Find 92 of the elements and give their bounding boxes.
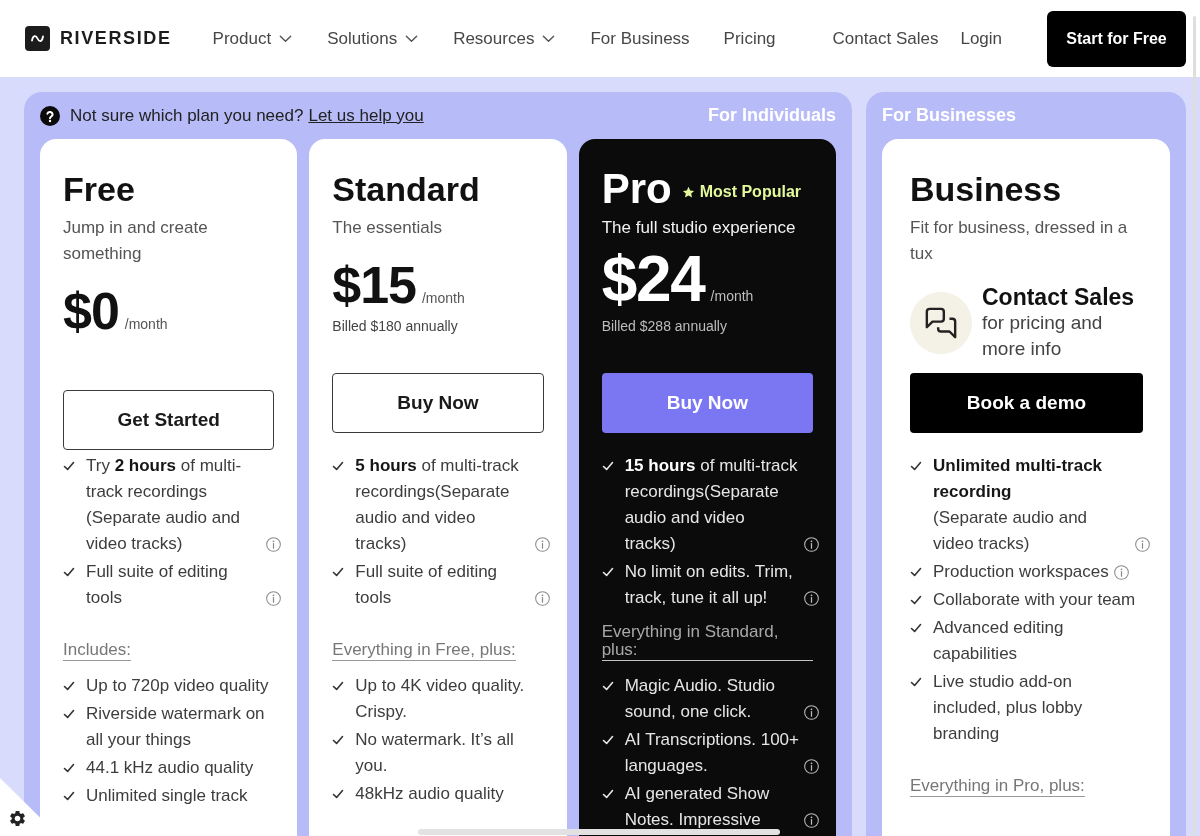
check-icon bbox=[601, 734, 614, 746]
brand-name: RIVERSIDE bbox=[60, 27, 172, 50]
star-icon bbox=[681, 185, 695, 199]
feature-text: Production workspaces bbox=[933, 561, 1109, 583]
plan-name: Business bbox=[910, 169, 1062, 209]
check-icon bbox=[601, 566, 614, 578]
feature-text: 48kHz audio quality bbox=[355, 783, 504, 805]
feature-text: No limit on edits. Trim, track, tune it all up! bbox=[624, 561, 794, 609]
section-heading: Everything in Pro, plus: bbox=[910, 777, 1085, 797]
popular-label: Most Popular bbox=[699, 182, 801, 202]
feature-text: Magic Audio. Studio sound, one click. bbox=[624, 675, 776, 723]
check-icon bbox=[332, 680, 345, 692]
contact-title: Contact Sales bbox=[982, 284, 1136, 310]
feature-text: 44.1 kHz audio quality bbox=[86, 757, 254, 779]
check-icon bbox=[332, 460, 345, 472]
plan-name: Free bbox=[63, 169, 135, 209]
help-link[interactable]: Let us help you bbox=[308, 105, 424, 125]
check-icon bbox=[910, 622, 922, 634]
group-label: For Individuals bbox=[708, 104, 836, 127]
info-icon[interactable] bbox=[804, 591, 820, 606]
section-heading: Everything in Free, plus: bbox=[332, 641, 516, 661]
feature-text: No watermark. It’s all you. bbox=[355, 729, 515, 777]
settings-icon bbox=[8, 809, 27, 828]
feature-text: Up to 720p video quality bbox=[86, 675, 269, 697]
plan-button[interactable]: Get Started bbox=[63, 390, 275, 450]
check-icon bbox=[63, 680, 75, 692]
check-icon bbox=[332, 566, 345, 578]
plan-button[interactable]: Book a demo bbox=[910, 373, 1143, 433]
help-icon bbox=[40, 105, 60, 126]
section-heading: Everything in Standard, plus: bbox=[601, 623, 813, 661]
plan-name: Standard bbox=[332, 169, 480, 209]
info-icon[interactable] bbox=[804, 759, 820, 774]
feature-text: Unlimited multi-track recording (Separate audio and video tracks) bbox=[933, 455, 1104, 555]
nav-link[interactable]: Contact Sales bbox=[832, 25, 939, 52]
feature-text: 15 hours of multi-track recordings(Separate audio and video tracks) bbox=[624, 455, 799, 555]
feature-text: Try 2 hours of multi-track recordings (Separate audio and video tracks) bbox=[86, 455, 243, 555]
nav-menu-item[interactable]: Product bbox=[212, 25, 294, 52]
check-icon bbox=[63, 460, 75, 472]
start-free-button[interactable]: Start for Free bbox=[1047, 10, 1186, 67]
info-icon[interactable] bbox=[804, 537, 820, 552]
logo-icon bbox=[25, 26, 50, 51]
plan-tagline: The full studio experience bbox=[601, 217, 797, 239]
check-icon bbox=[910, 594, 922, 606]
nav-menu-item[interactable]: Solutions bbox=[327, 25, 420, 52]
feature-text: Full suite of editing tools bbox=[355, 561, 499, 609]
price-amount: $15 bbox=[332, 259, 416, 311]
feature-text: Live studio add-on included, plus lobby branding bbox=[933, 671, 1084, 745]
plan-name: Pro bbox=[601, 169, 672, 209]
check-icon bbox=[601, 460, 614, 472]
check-icon bbox=[332, 734, 345, 746]
price-period: /month bbox=[710, 287, 754, 306]
check-icon bbox=[601, 680, 614, 692]
feature-text: 5 hours of multi-track recordings(Separate audio and video tracks) bbox=[355, 455, 520, 555]
check-icon bbox=[63, 566, 75, 578]
info-icon[interactable] bbox=[804, 813, 820, 828]
feature-text: Riverside watermark on all your things bbox=[86, 703, 266, 751]
billing-note: Billed $288 annually bbox=[601, 317, 728, 335]
plan-tagline: Jump in and create something bbox=[63, 217, 209, 265]
check-icon bbox=[910, 676, 922, 688]
price-amount: $24 bbox=[601, 247, 705, 311]
contact-text: for pricing and more info bbox=[982, 311, 1104, 361]
price-period: /month bbox=[124, 315, 168, 334]
group-label: For Businesses bbox=[882, 104, 1017, 127]
plan-button[interactable]: Buy Now bbox=[601, 373, 813, 433]
nav-menu-item[interactable]: Pricing bbox=[723, 25, 776, 52]
plan-tagline: Fit for business, dressed in a tux bbox=[910, 217, 1129, 265]
section-heading: Includes: bbox=[63, 641, 132, 661]
feature-text: Up to 4K video quality. Crispy. bbox=[355, 675, 526, 723]
feature-text: Unlimited single track bbox=[86, 785, 248, 807]
check-icon bbox=[910, 460, 922, 472]
price-amount: $0 bbox=[63, 285, 119, 337]
plan-tagline: The essentials bbox=[332, 217, 443, 239]
check-icon bbox=[601, 788, 614, 800]
billing-note: Billed $180 annually bbox=[332, 317, 459, 335]
check-icon bbox=[332, 788, 345, 800]
scrollbar[interactable] bbox=[418, 829, 780, 835]
nav-link[interactable]: Login bbox=[960, 25, 1003, 52]
feature-text: Advanced editing capabilities bbox=[933, 617, 1065, 665]
info-icon[interactable] bbox=[804, 705, 820, 720]
check-icon bbox=[63, 708, 75, 720]
check-icon bbox=[63, 762, 75, 774]
feature-text: AI Transcriptions. 100+ languages. bbox=[624, 729, 800, 777]
price-period: /month bbox=[421, 289, 465, 308]
feature-text: Full suite of editing tools bbox=[86, 561, 229, 609]
nav-menu-item[interactable]: For Business bbox=[590, 25, 690, 52]
feature-text: AI generated Show Notes. Impressive bbox=[624, 783, 771, 831]
check-icon bbox=[910, 566, 922, 578]
nav-menu-item[interactable]: Resources bbox=[453, 25, 557, 52]
plan-button[interactable]: Buy Now bbox=[332, 373, 544, 433]
check-icon bbox=[63, 790, 75, 802]
help-prompt: Not sure which plan you need? Let us help you bbox=[70, 104, 424, 127]
feature-text: Collaborate with your team bbox=[933, 589, 1136, 611]
